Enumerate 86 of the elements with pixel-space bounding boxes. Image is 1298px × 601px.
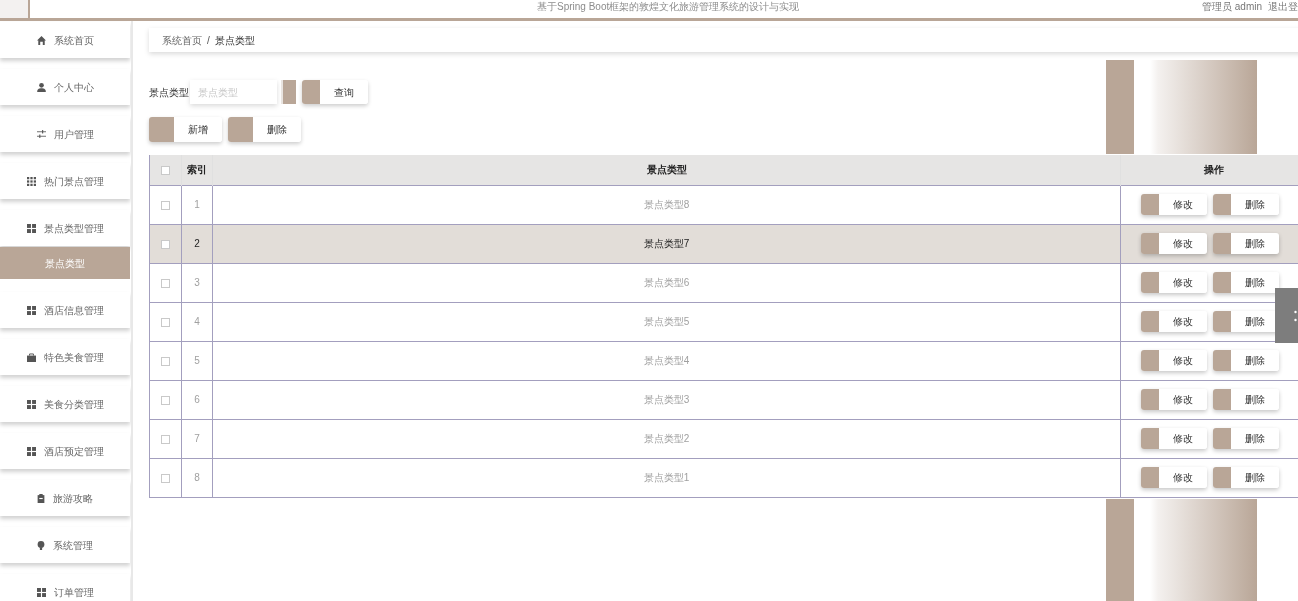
table-cell: 景点类型1 bbox=[212, 458, 1121, 497]
sidebar-item[interactable]: 酒店预定管理 bbox=[0, 433, 130, 469]
checkbox[interactable] bbox=[161, 356, 170, 366]
user-icon bbox=[36, 82, 46, 92]
table-row[interactable]: 8 景点类型1 修改 删除 bbox=[149, 458, 1298, 497]
row-action-button[interactable]: 修改 bbox=[1141, 272, 1207, 293]
row-action-button[interactable]: 删除 bbox=[1213, 428, 1279, 449]
clipboard-icon bbox=[37, 493, 45, 503]
table-cell: 8 bbox=[181, 458, 213, 497]
table-row[interactable]: 6 景点类型3 修改 删除 bbox=[149, 380, 1298, 419]
table-cell: 景点类型2 bbox=[212, 419, 1121, 458]
table-cell: 5 bbox=[181, 341, 213, 380]
sidebar-item[interactable]: 景点类型管理 bbox=[0, 210, 130, 246]
table-cell: 景点类型5 bbox=[212, 302, 1121, 341]
input-addon bbox=[281, 80, 296, 104]
sidebar-item[interactable]: 个人中心 bbox=[0, 69, 130, 105]
sidebar-item[interactable]: 系统管理 bbox=[0, 527, 130, 563]
table-cell: 2 bbox=[181, 224, 213, 263]
logout-link[interactable]: 退出登 bbox=[1268, 0, 1298, 18]
row-action-button[interactable]: 修改 bbox=[1141, 233, 1207, 254]
row-action-button[interactable]: 删除 bbox=[1213, 233, 1279, 254]
home-icon bbox=[36, 35, 46, 45]
column-header: 景点类型 bbox=[212, 155, 1121, 185]
sidebar-item[interactable]: 用户管理 bbox=[0, 116, 130, 152]
row-action-button[interactable]: 修改 bbox=[1141, 311, 1207, 332]
column-header: 操作 bbox=[1120, 155, 1298, 185]
sidebar-item[interactable]: 特色美食管理 bbox=[0, 339, 130, 375]
toolbar-button[interactable]: 删除 bbox=[228, 117, 301, 142]
checkbox[interactable] bbox=[161, 473, 170, 483]
table-row[interactable]: 1 景点类型8 修改 删除 bbox=[149, 185, 1298, 224]
grid-icon bbox=[26, 446, 36, 456]
breadcrumb-link[interactable]: 系统首页 bbox=[162, 32, 202, 48]
bulb-icon bbox=[37, 540, 45, 550]
side-panel-handle[interactable] bbox=[1275, 288, 1298, 343]
table-cell: 7 bbox=[181, 419, 213, 458]
checkbox[interactable] bbox=[161, 395, 170, 405]
row-action-button[interactable]: 删除 bbox=[1213, 272, 1279, 293]
table-row[interactable]: 7 景点类型2 修改 删除 bbox=[149, 419, 1298, 458]
table-cell: 3 bbox=[181, 263, 213, 302]
grid-icon bbox=[36, 587, 46, 597]
checkbox[interactable] bbox=[161, 278, 170, 288]
table-cell: 4 bbox=[181, 302, 213, 341]
row-action-button[interactable]: 删除 bbox=[1213, 350, 1279, 371]
row-action-button[interactable]: 删除 bbox=[1213, 194, 1279, 215]
table-cell: 景点类型4 bbox=[212, 341, 1121, 380]
table-cell: 景点类型6 bbox=[212, 263, 1121, 302]
table-cell: 景点类型7 bbox=[212, 224, 1121, 263]
table-cell: 1 bbox=[181, 185, 213, 224]
table-row[interactable]: 2 景点类型7 修改 删除 bbox=[149, 224, 1298, 263]
table-cell: 6 bbox=[181, 380, 213, 419]
checkbox[interactable] bbox=[161, 434, 170, 444]
checkbox[interactable] bbox=[161, 317, 170, 327]
checkbox[interactable] bbox=[161, 200, 170, 210]
sidebar-item[interactable]: 酒店信息管理 bbox=[0, 292, 130, 328]
sidebar-item[interactable]: 旅游攻略 bbox=[0, 480, 130, 516]
sliders-icon bbox=[36, 130, 46, 138]
row-action-button[interactable]: 删除 bbox=[1213, 389, 1279, 410]
row-action-button[interactable]: 修改 bbox=[1141, 428, 1207, 449]
column-header: 索引 bbox=[181, 155, 213, 185]
checkbox[interactable] bbox=[161, 239, 170, 249]
table-cell: 景点类型8 bbox=[212, 185, 1121, 224]
row-action-button[interactable]: 删除 bbox=[1213, 467, 1279, 488]
search-button[interactable]: 查询 bbox=[302, 80, 368, 104]
table-row[interactable]: 3 景点类型6 修改 删除 bbox=[149, 263, 1298, 302]
grid-icon bbox=[26, 399, 36, 409]
sidebar-item[interactable]: 热门景点管理 bbox=[0, 163, 130, 199]
row-action-button[interactable]: 修改 bbox=[1141, 389, 1207, 410]
grid-icon bbox=[26, 223, 36, 233]
table-cell: 景点类型3 bbox=[212, 380, 1121, 419]
user-label: 管理员 admin bbox=[1202, 0, 1262, 14]
grid-icon bbox=[26, 176, 36, 186]
sidebar-item[interactable]: 美食分类管理 bbox=[0, 386, 130, 422]
breadcrumb-link[interactable]: 景点类型 bbox=[214, 32, 255, 48]
checkbox[interactable] bbox=[161, 166, 170, 176]
sidebar-item[interactable]: 订单管理 bbox=[0, 574, 130, 601]
sidebar-item[interactable]: 系统首页 bbox=[0, 22, 130, 58]
row-action-button[interactable]: 修改 bbox=[1141, 194, 1207, 215]
toolbar-button[interactable]: 新增 bbox=[149, 117, 222, 142]
row-action-button[interactable]: 修改 bbox=[1141, 467, 1207, 488]
system-title: 基于Spring Boot框架的敦煌文化旅游管理系统的设计与实现 bbox=[537, 0, 800, 14]
row-action-button[interactable]: 修改 bbox=[1141, 350, 1207, 371]
table-row[interactable]: 5 景点类型4 修改 删除 bbox=[149, 341, 1298, 380]
breadcrumb-separator: / bbox=[207, 33, 210, 48]
briefcase-icon bbox=[26, 352, 36, 362]
grid-icon bbox=[26, 305, 36, 315]
search-label: 景点类型 bbox=[149, 85, 189, 100]
